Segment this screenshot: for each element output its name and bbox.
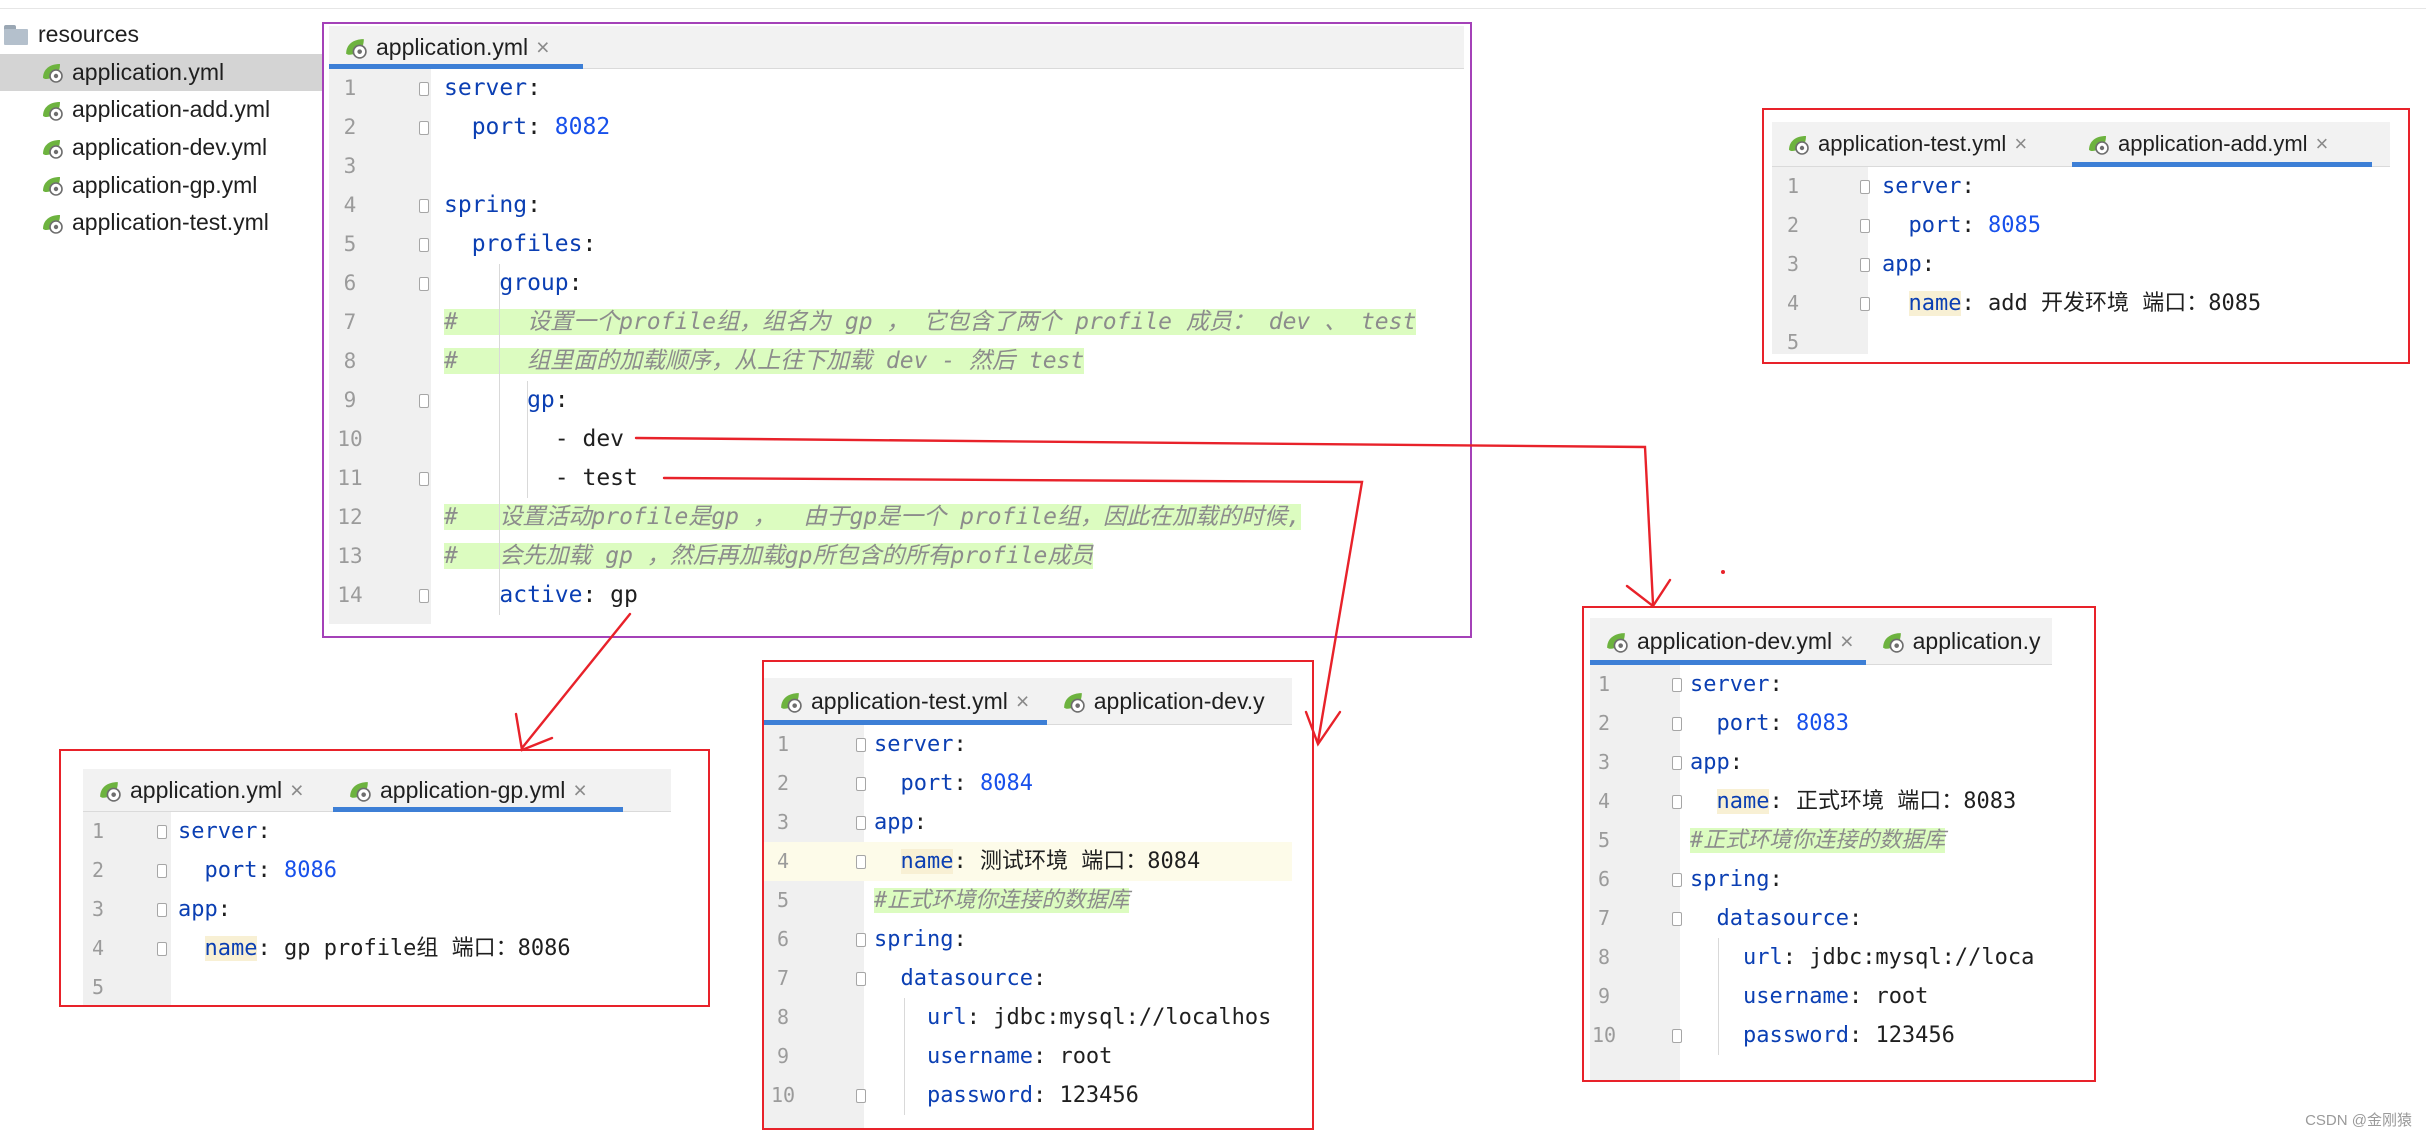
annotation-arrows	[514, 436, 1725, 752]
stray-dot	[1721, 570, 1725, 574]
arrowhead-dev-yml	[1625, 578, 1672, 608]
watermark: CSDN @金刚猿	[2305, 1112, 2412, 1129]
arrow-dev-to-dev-yml	[634, 436, 1655, 606]
arrow-test-to-test-yml	[662, 476, 1364, 744]
arrow-active-to-gp-yml	[520, 612, 632, 750]
